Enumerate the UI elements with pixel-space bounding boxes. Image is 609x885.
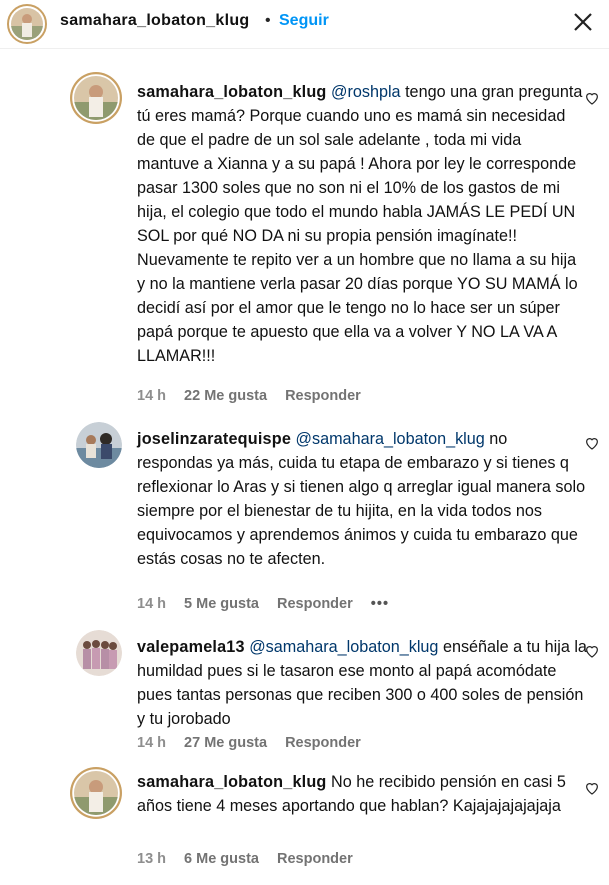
avatar[interactable] [70,767,122,819]
comment-likes[interactable]: 22 Me gusta [184,388,267,404]
heart-icon[interactable] [584,780,600,796]
avatar[interactable] [70,72,122,124]
comment-time: 14 h [137,596,167,612]
more-options-icon[interactable]: ••• [371,596,389,612]
reply-button[interactable]: Responder [285,388,361,404]
separator-dot: • [265,12,271,29]
comment-mention[interactable]: @samahara_lobaton_klug [249,638,438,656]
comment-meta: 13 h 6 Me gusta Responder [137,851,367,867]
comment-text: samahara_lobaton_klug No he recibido pen… [137,770,587,818]
header-avatar[interactable] [7,4,47,44]
comment-username[interactable]: samahara_lobaton_klug [137,83,327,101]
comment-mention[interactable]: @roshpla [331,83,401,101]
avatar[interactable] [76,422,122,468]
comment-time: 14 h [137,388,167,404]
comment-meta: 14 h 27 Me gusta Responder [137,735,375,751]
heart-icon[interactable] [584,90,600,106]
header-username[interactable]: samahara_lobaton_klug [60,12,249,30]
comment-text: joselinzaratequispe @samahara_lobaton_kl… [137,427,587,571]
heart-icon[interactable] [584,643,600,659]
comment-meta: 14 h 5 Me gusta Responder ••• [137,596,403,612]
more-options-icon[interactable] [572,10,594,34]
post-header: samahara_lobaton_klug • Seguir [0,0,609,49]
comment-likes[interactable]: 5 Me gusta [184,596,259,612]
comment-body: tengo una gran pregunta tú eres mamá? Po… [137,83,583,365]
comment-time: 13 h [137,851,167,867]
comment-likes[interactable]: 27 Me gusta [184,735,267,751]
comment-username[interactable]: joselinzaratequispe [137,430,291,448]
reply-button[interactable]: Responder [277,851,353,867]
comment-meta: 14 h 22 Me gusta Responder [137,388,375,404]
comment-username[interactable]: samahara_lobaton_klug [137,773,327,791]
comment-likes[interactable]: 6 Me gusta [184,851,259,867]
reply-button[interactable]: Responder [285,735,361,751]
comment-body: no respondas ya más, cuida tu etapa de e… [137,430,586,568]
follow-button[interactable]: Seguir [279,12,329,30]
avatar[interactable] [76,630,122,676]
heart-icon[interactable] [584,435,600,451]
comment-mention[interactable]: @samahara_lobaton_klug [296,430,485,448]
comment-text: valepamela13 @samahara_lobaton_klug ensé… [137,635,587,731]
comment-text: samahara_lobaton_klug @roshpla tengo una… [137,80,587,368]
comment-time: 14 h [137,735,167,751]
reply-button[interactable]: Responder [277,596,353,612]
comment-username[interactable]: valepamela13 [137,638,245,656]
